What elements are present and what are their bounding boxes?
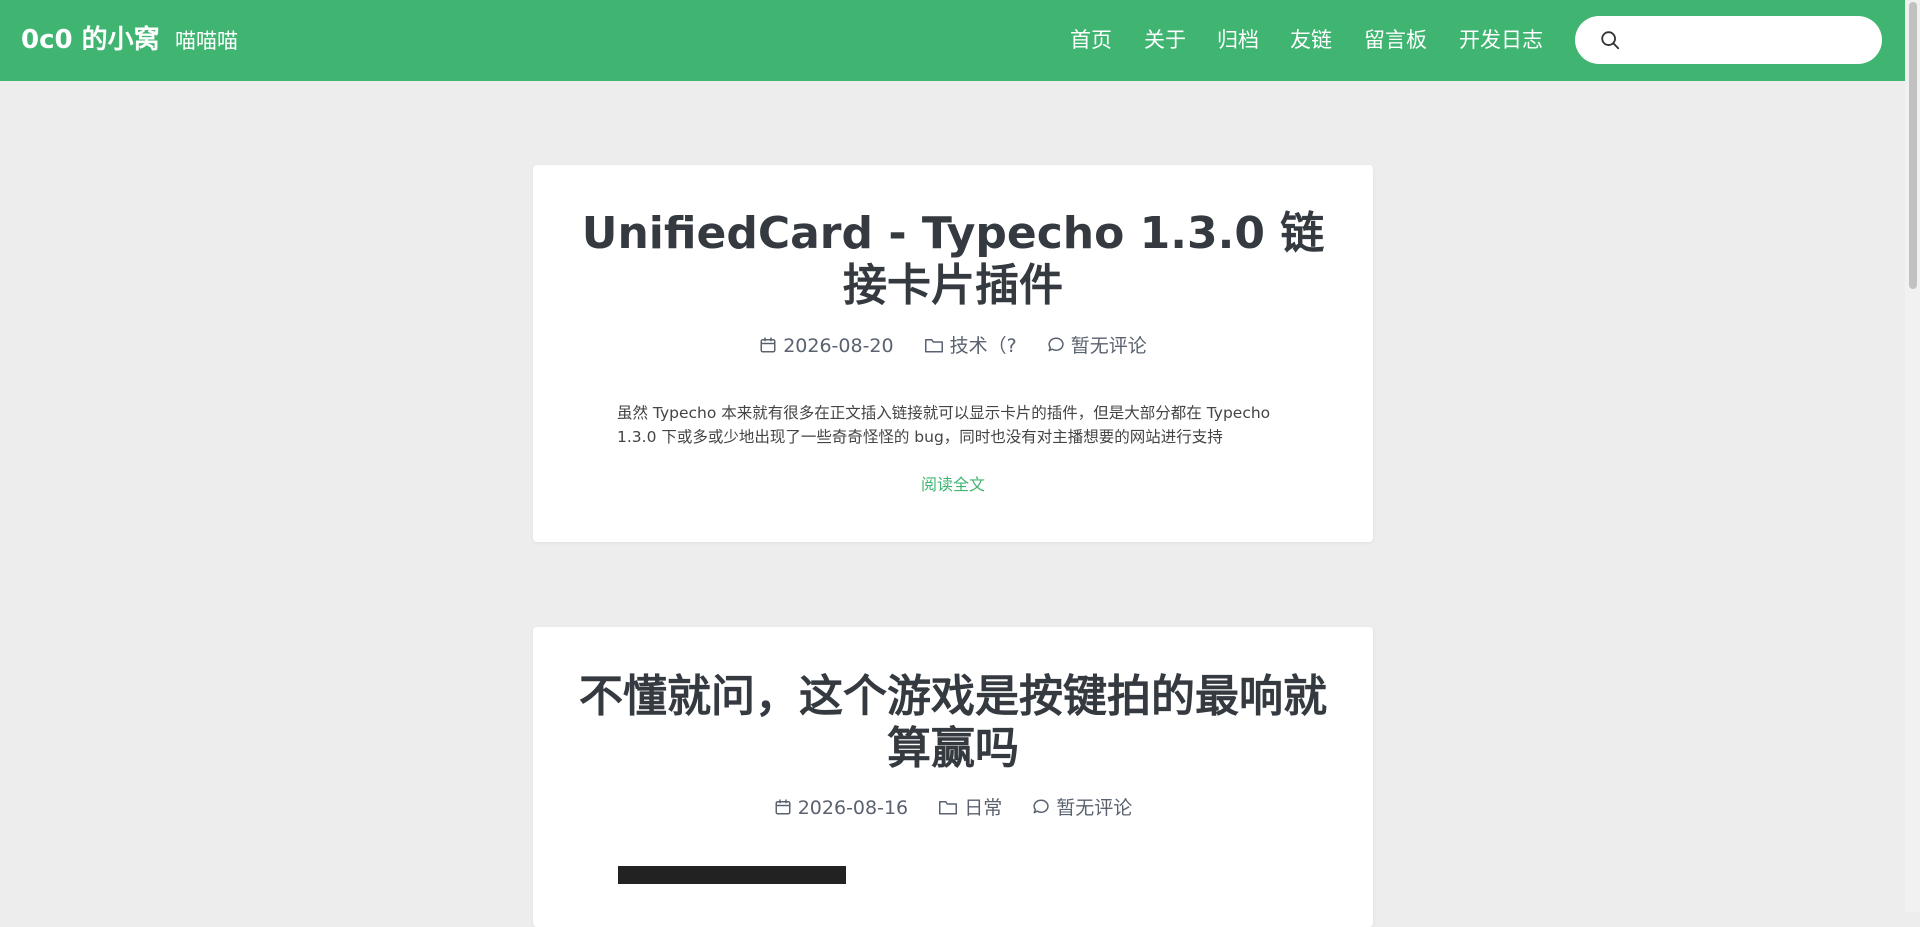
post-comments-text[interactable]: 暂无评论 — [1071, 335, 1147, 357]
post-date: 2026-08-16 — [774, 795, 908, 821]
post-date-text: 2026-08-20 — [783, 334, 894, 357]
nav-item-guestbook[interactable]: 留言板 — [1364, 26, 1427, 54]
comment-icon — [1048, 336, 1064, 351]
nav-item-home[interactable]: 首页 — [1070, 26, 1112, 54]
search-box[interactable] — [1575, 16, 1882, 64]
content-preview-bar — [618, 866, 846, 884]
search-icon — [1601, 31, 1620, 50]
post-comments[interactable]: 暂无评论 — [1047, 333, 1147, 359]
post-meta: 2026-08-20 技术（? 暂无评论 — [533, 332, 1373, 359]
calendar-icon — [760, 337, 776, 352]
site-title[interactable]: 0c0 的小窝 — [21, 22, 160, 58]
post-comments-text[interactable]: 暂无评论 — [1056, 797, 1132, 819]
post-category[interactable]: 日常 — [938, 795, 1002, 821]
post-category-text[interactable]: 技术（? — [950, 335, 1017, 357]
post-title[interactable]: UnifiedCard - Typecho 1.3.0 链接卡片插件 — [573, 208, 1333, 312]
site-subtitle: 喵喵喵 — [175, 29, 238, 53]
post-meta: 2026-08-16 日常 暂无评论 — [533, 794, 1373, 821]
calendar-icon — [775, 799, 791, 814]
read-more-link[interactable]: 阅读全文 — [533, 473, 1373, 497]
post-category[interactable]: 技术（? — [924, 333, 1017, 359]
post-category-text[interactable]: 日常 — [964, 797, 1002, 819]
top-navbar: 0c0 的小窝 喵喵喵 首页 关于 归档 友链 留言板 开发日志 — [0, 0, 1905, 81]
nav-item-about[interactable]: 关于 — [1144, 26, 1186, 54]
nav-item-links[interactable]: 友链 — [1290, 26, 1332, 54]
post-date-text: 2026-08-16 — [797, 796, 909, 819]
nav-item-archive[interactable]: 归档 — [1217, 26, 1259, 54]
post-card: 不懂就问，这个游戏是按键拍的最响就算赢吗 2026-08-16 日常 暂无评论 — [533, 627, 1373, 927]
post-card: UnifiedCard - Typecho 1.3.0 链接卡片插件 2026-… — [533, 165, 1373, 542]
folder-icon — [939, 800, 958, 814]
scrollbar-thumb[interactable] — [1909, 2, 1917, 289]
post-excerpt: 虽然 Typecho 本来就有很多在正文插入链接就可以显示卡片的插件，但是大部分… — [617, 404, 1271, 446]
nav-item-devlog[interactable]: 开发日志 — [1459, 26, 1543, 54]
page-scrollbar[interactable] — [1905, 0, 1920, 912]
comment-icon — [1033, 798, 1049, 813]
folder-icon — [924, 338, 943, 352]
post-title[interactable]: 不懂就问，这个游戏是按键拍的最响就算赢吗 — [573, 671, 1333, 775]
post-date: 2026-08-20 — [759, 333, 894, 359]
search-input[interactable] — [1635, 22, 1869, 60]
post-comments[interactable]: 暂无评论 — [1032, 795, 1132, 821]
